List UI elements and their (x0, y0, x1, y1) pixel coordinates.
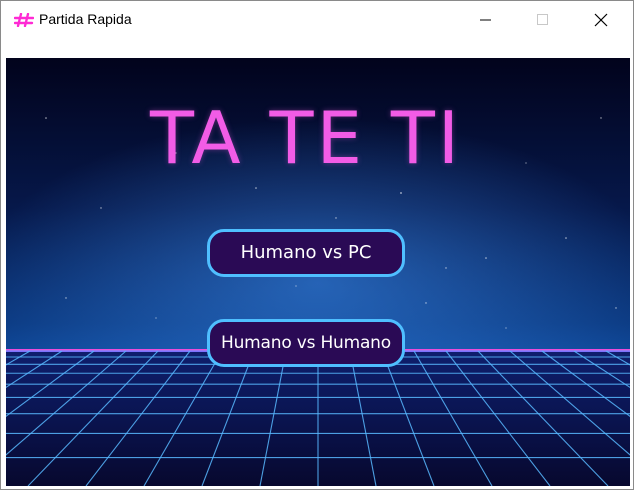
close-button[interactable] (572, 1, 630, 39)
hash-icon (14, 13, 34, 27)
minimize-button[interactable] (457, 1, 515, 39)
human-vs-human-button[interactable]: Humano vs Humano (207, 319, 405, 367)
window-title: Partida Rapida (39, 11, 132, 27)
close-icon (594, 13, 608, 27)
game-title: TA TE TI (149, 96, 463, 180)
human-vs-pc-button[interactable]: Humano vs PC (207, 229, 405, 277)
title-bar[interactable]: Partida Rapida (1, 1, 633, 39)
minimize-icon (480, 19, 491, 21)
maximize-icon (537, 14, 548, 25)
game-menu-panel: TA TE TI Humano vs PC Humano vs Humano (6, 58, 630, 486)
maximize-button[interactable] (514, 1, 572, 39)
app-window: Partida Rapida TA TE TI Humano vs PC Hum… (0, 0, 634, 490)
